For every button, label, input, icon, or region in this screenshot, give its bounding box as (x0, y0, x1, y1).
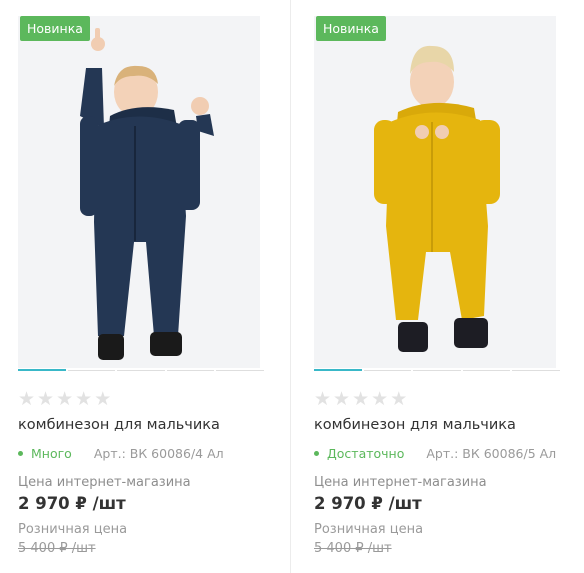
price-label: Цена интернет-магазина (18, 475, 191, 490)
gallery-dot[interactable] (216, 370, 264, 371)
product-photo[interactable] (314, 16, 556, 368)
star-icon[interactable]: ★ (75, 388, 92, 410)
card-divider (290, 0, 291, 573)
product-photo[interactable] (18, 16, 260, 368)
price: 2 970 ₽ /шт (18, 494, 126, 513)
gallery-dot[interactable] (18, 369, 66, 371)
retail-price-label: Розничная цена (314, 522, 424, 537)
gallery-indicator[interactable] (18, 369, 264, 372)
article-number: Арт.: ВК 60086/4 Ал (93, 445, 224, 461)
product-image-navy-jumpsuit (18, 16, 260, 368)
retail-price: 5 400 ₽ /шт (314, 541, 392, 556)
gallery-dot[interactable] (413, 370, 461, 371)
retail-price-label: Розничная цена (18, 522, 128, 537)
star-icon[interactable]: ★ (390, 388, 407, 410)
star-icon[interactable]: ★ (371, 388, 388, 410)
gallery-dot[interactable] (67, 370, 116, 371)
gallery-indicator[interactable] (314, 369, 560, 372)
star-icon[interactable]: ★ (333, 388, 350, 410)
stock-dot-icon (18, 450, 23, 456)
retail-price: 5 400 ₽ /шт (18, 541, 96, 556)
gallery-dot[interactable] (117, 370, 165, 371)
product-card: Новинка ★ ★ ★ ★ ★ комбинезон для мальчик… (18, 0, 278, 573)
gallery-dot[interactable] (363, 370, 412, 371)
rating-stars[interactable]: ★ ★ ★ ★ ★ (18, 388, 111, 410)
stock-status: Много (31, 445, 72, 461)
gallery-dot[interactable] (462, 370, 511, 371)
stock-dot-icon (314, 450, 319, 456)
product-image-yellow-jumpsuit (314, 16, 556, 368)
product-meta: Достаточно Арт.: ВК 60086/5 Ал (314, 445, 556, 461)
stock-status: Достаточно (327, 445, 405, 461)
product-card: Новинка ★ ★ ★ ★ ★ комбинезон для мальчик… (314, 0, 574, 573)
new-badge: Новинка (20, 16, 90, 41)
gallery-dot[interactable] (314, 369, 362, 371)
rating-stars[interactable]: ★ ★ ★ ★ ★ (314, 388, 407, 410)
product-title[interactable]: комбинезон для мальчика (314, 417, 516, 433)
star-icon[interactable]: ★ (56, 388, 73, 410)
star-icon[interactable]: ★ (314, 388, 331, 410)
article-number: Арт.: ВК 60086/5 Ал (426, 445, 557, 461)
price-label: Цена интернет-магазина (314, 475, 487, 490)
price: 2 970 ₽ /шт (314, 494, 422, 513)
star-icon[interactable]: ★ (37, 388, 54, 410)
star-icon[interactable]: ★ (352, 388, 369, 410)
gallery-dot[interactable] (512, 370, 560, 371)
star-icon[interactable]: ★ (94, 388, 111, 410)
product-meta: Много Арт.: ВК 60086/4 Ал (18, 445, 224, 461)
new-badge: Новинка (316, 16, 386, 41)
star-icon[interactable]: ★ (18, 388, 35, 410)
gallery-dot[interactable] (166, 370, 215, 371)
product-title[interactable]: комбинезон для мальчика (18, 417, 220, 433)
